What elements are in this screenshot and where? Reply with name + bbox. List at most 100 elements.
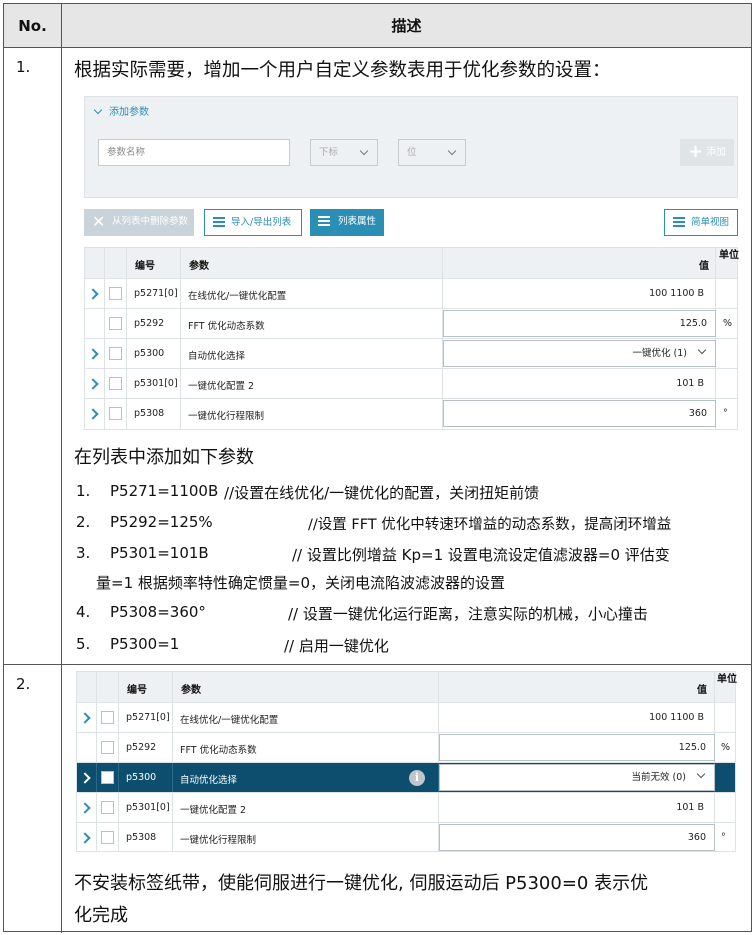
step-number: 1. xyxy=(4,48,62,664)
simple-button-label: 简单视图 xyxy=(691,217,730,228)
view-icon xyxy=(673,217,685,227)
plus-icon: + xyxy=(688,141,704,162)
add-button[interactable]: + 添加 xyxy=(680,139,734,166)
row-value: 100 1100 B xyxy=(649,288,704,299)
chevron-down-icon xyxy=(696,769,706,779)
table-row[interactable]: p5308 一键优化行程限制 360 ° xyxy=(77,823,735,852)
row-value: 100 1100 B xyxy=(649,712,704,723)
table-header: No. 描述 xyxy=(4,4,751,48)
value-input[interactable]: 125.0 xyxy=(439,734,715,761)
parameter-grid: 编号 参数 值 单位 p5271[0] 在线优化/一键优化配置 100 1100… xyxy=(84,247,739,430)
col-param: 参数 xyxy=(189,261,209,272)
simple-view-button[interactable]: 简单视图 xyxy=(664,209,738,236)
parameter-list-screenshot: 添加参数 参数名称 下标 位 + 添加 ✕ 从列表中删除参数 导入/导出列表 列表属… xyxy=(84,96,739,471)
row-unit: % xyxy=(721,742,731,753)
row-unit: ° xyxy=(721,832,726,843)
chevron-down-icon xyxy=(447,146,457,156)
row-checkbox[interactable] xyxy=(109,317,122,330)
row-param: 一键优化行程限制 xyxy=(180,835,257,846)
row-id: p5301[0] xyxy=(134,378,178,389)
row-id: p5271[0] xyxy=(134,288,178,299)
list-properties-button[interactable]: 列表属性 xyxy=(310,209,384,236)
row-checkbox[interactable] xyxy=(109,347,122,360)
row-checkbox[interactable] xyxy=(101,801,114,814)
parameter-name-input[interactable]: 参数名称 xyxy=(98,139,290,166)
add-parameter-title: 添加参数 xyxy=(109,107,149,118)
table-row[interactable]: p5271[0] 在线优化/一键优化配置 100 1100 B xyxy=(77,703,735,733)
row-checkbox[interactable] xyxy=(101,741,114,754)
table-row[interactable]: p5300 自动优化选择 一键优化 (1) xyxy=(85,339,737,369)
table-row[interactable]: p5308 一键优化行程限制 360 ° xyxy=(85,399,737,430)
value-select[interactable]: 当前无效 (0) xyxy=(439,764,715,791)
table-row[interactable]: p5301[0] 一键优化配置 2 101 B xyxy=(85,369,737,399)
step-intro: 根据实际需要，增加一个用户自定义参数表用于优化参数的设置： xyxy=(74,60,611,81)
col-unit: 单位 xyxy=(717,674,737,685)
value-input[interactable]: 360 xyxy=(439,824,715,851)
row-id: p5292 xyxy=(126,742,157,753)
row-id: p5271[0] xyxy=(126,712,170,723)
row-unit: ° xyxy=(723,408,728,419)
item-comment: // 设置比例增益 Kp=1 设置电流设定值滤波器=0 评估变 xyxy=(292,546,670,564)
table-row[interactable]: p5301[0] 一键优化配置 2 101 B xyxy=(77,793,735,823)
row-param: 一键优化配置 2 xyxy=(188,381,255,392)
props-button-label: 列表属性 xyxy=(338,216,377,227)
row-param: FFT 优化动态系数 xyxy=(180,745,257,756)
info-icon[interactable]: i xyxy=(409,770,425,786)
step-number: 2. xyxy=(4,665,62,933)
table-row[interactable]: p5292 FFT 优化动态系数 125.0 % xyxy=(77,733,735,763)
step-note-line-2: 化完成 xyxy=(74,905,128,926)
step-content: 根据实际需要，增加一个用户自定义参数表用于优化参数的设置： 添加参数 参数名称 … xyxy=(62,48,751,664)
row-id: p5308 xyxy=(134,408,165,419)
grid-header: 编号 参数 值 单位 xyxy=(77,672,737,703)
bit-select[interactable]: 位 xyxy=(398,139,466,166)
add-button-label: 添加 xyxy=(706,147,726,158)
row-checkbox[interactable] xyxy=(101,831,114,844)
row-unit: % xyxy=(723,318,733,329)
step-content: 编号 参数 值 单位 p5271[0] 在线优化/一键优化配置 100 1100… xyxy=(62,665,751,933)
import-button-label: 导入/导出列表 xyxy=(231,217,292,228)
col-unit: 单位 xyxy=(719,250,739,261)
col-value: 值 xyxy=(699,261,709,272)
add-parameter-toggle[interactable]: 添加参数 xyxy=(93,103,149,118)
remove-button-label: 从列表中删除参数 xyxy=(112,216,189,227)
row-checkbox[interactable] xyxy=(109,287,122,300)
value-select-label: 当前无效 (0) xyxy=(631,772,686,783)
list-title: 在列表中添加如下参数 xyxy=(74,447,254,468)
item-param: P5301=101B xyxy=(110,544,209,562)
row-checkbox[interactable] xyxy=(101,771,114,784)
header-description: 描述 xyxy=(391,17,422,35)
table-row[interactable]: p5271[0] 在线优化/一键优化配置 100 1100 B xyxy=(85,279,737,309)
item-comment: //设置在线优化/一键优化的配置，关闭扭矩前馈 xyxy=(224,484,540,502)
item-param: P5308=360° xyxy=(110,603,206,621)
table-row-selected[interactable]: p5300 自动优化选择 i 当前无效 (0) xyxy=(77,763,735,793)
remove-from-list-button[interactable]: ✕ 从列表中删除参数 xyxy=(84,209,194,236)
row-value: 101 B xyxy=(676,802,704,813)
value-select[interactable]: 一键优化 (1) xyxy=(443,340,716,367)
import-list-icon xyxy=(213,217,225,227)
row-id: p5301[0] xyxy=(126,802,170,813)
list-item-continued: 量=1 根据频率特性确定惯量=0，关闭电流陷波滤波器的设置 xyxy=(96,574,505,592)
row-checkbox[interactable] xyxy=(109,377,122,390)
bit-select-label: 位 xyxy=(407,147,417,158)
chevron-down-icon xyxy=(697,345,707,355)
add-parameter-panel: 添加参数 参数名称 下标 位 + 添加 xyxy=(84,96,738,198)
col-param: 参数 xyxy=(181,685,201,696)
row-checkbox[interactable] xyxy=(101,711,114,724)
item-comment: // 启用一键优化 xyxy=(284,637,389,655)
row-id: p5300 xyxy=(134,348,165,359)
row-param: 一键优化配置 2 xyxy=(180,805,247,816)
value-input[interactable]: 360 xyxy=(443,400,716,427)
value-input[interactable]: 125.0 xyxy=(443,310,716,337)
table-row[interactable]: p5292 FFT 优化动态系数 125.0 % xyxy=(85,309,737,339)
item-number: 2. xyxy=(76,513,91,531)
row-checkbox[interactable] xyxy=(109,407,122,420)
close-icon: ✕ xyxy=(92,212,106,231)
index-select[interactable]: 下标 xyxy=(310,139,378,166)
chevron-down-icon xyxy=(359,146,369,156)
import-export-button[interactable]: 导入/导出列表 xyxy=(204,209,302,236)
item-number: 4. xyxy=(76,603,91,621)
row-id: p5300 xyxy=(126,772,157,783)
row-value: 101 B xyxy=(676,378,704,389)
row-param: FFT 优化动态系数 xyxy=(188,321,265,332)
row-param: 在线优化/一键优化配置 xyxy=(188,291,287,302)
